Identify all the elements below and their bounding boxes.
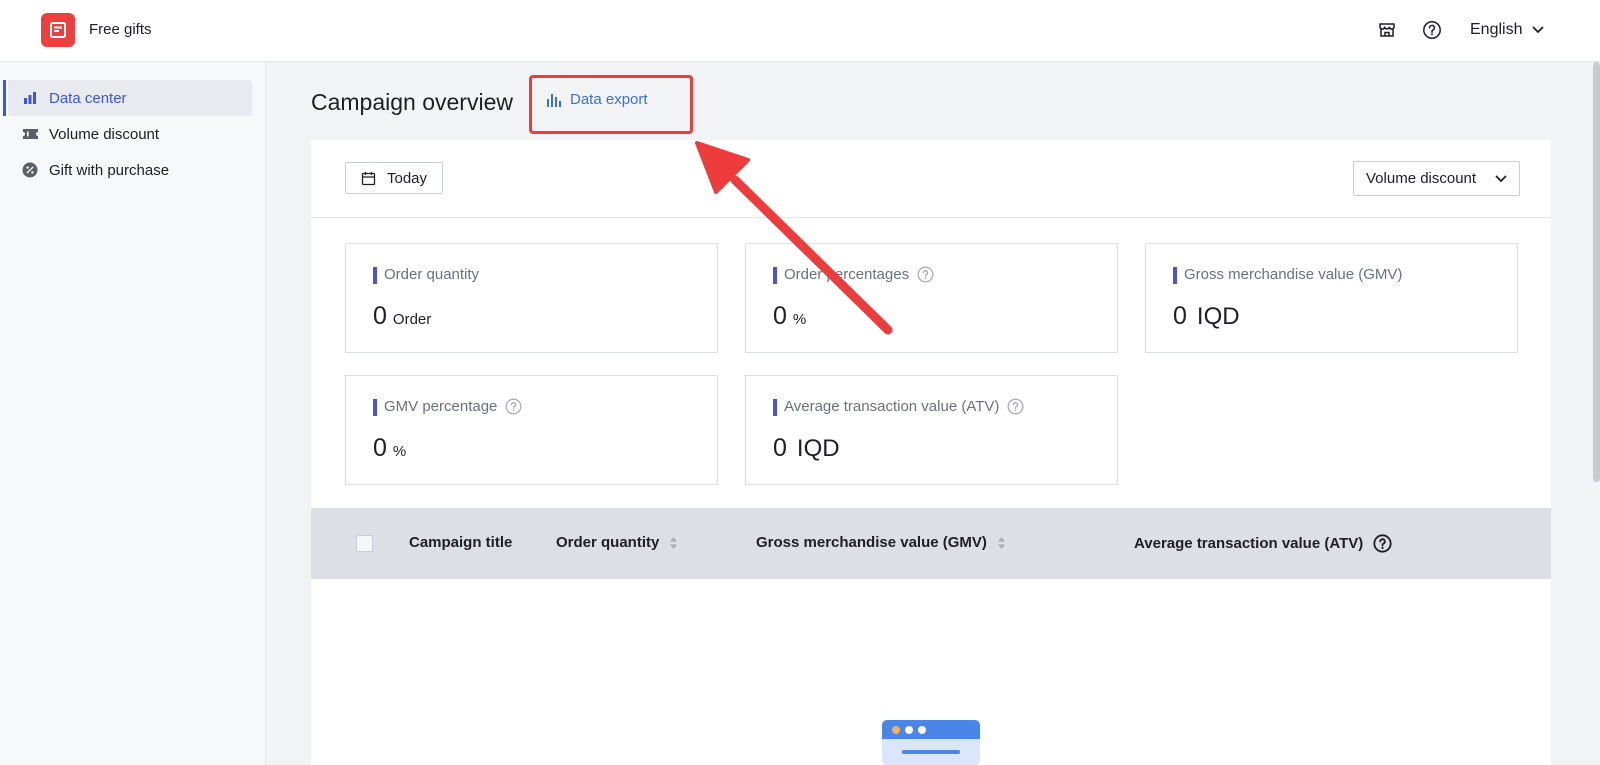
bar-chart-icon [547, 93, 561, 107]
campaign-type-select[interactable]: Volume discount [1353, 161, 1520, 196]
data-export-label: Data export [570, 91, 648, 108]
chevron-down-icon [1533, 26, 1544, 34]
metric-number: 0 [373, 302, 387, 330]
metric-unit: IQD [796, 435, 840, 462]
language-label: English [1470, 21, 1523, 38]
sidebar-item-label: Data center [49, 89, 127, 107]
sidebar: Data center Volume discount Gift with pu… [0, 62, 266, 765]
metric-card-gmv: Gross merchandise value (GMV) 0 IQD [1145, 243, 1518, 353]
column-order-quantity[interactable]: Order quantity [556, 534, 678, 551]
page-scrollbar[interactable] [1593, 62, 1600, 482]
help-icon[interactable] [1007, 398, 1024, 415]
select-all-checkbox[interactable] [356, 535, 373, 552]
metric-number: 0 [773, 302, 787, 330]
calendar-icon [361, 171, 376, 185]
date-range-label: Today [386, 169, 428, 187]
filter-toolbar: Today Volume discount [311, 140, 1551, 218]
campaign-overview-card: Today Volume discount Order quantity 0 O… [311, 140, 1551, 765]
column-campaign-title: Campaign title [409, 534, 512, 551]
metric-label: Average transaction value (ATV) [773, 398, 1024, 416]
bar-chart-icon [21, 89, 39, 107]
sidebar-item-label: Volume discount [49, 125, 160, 143]
metric-unit: % [792, 311, 807, 328]
metric-label-text: Order percentages [784, 266, 910, 283]
column-label: Gross merchandise value (GMV) [756, 534, 987, 551]
metric-label: GMV percentage [373, 398, 522, 416]
ticket-icon [21, 125, 39, 143]
top-bar: Free gifts English [0, 0, 1600, 62]
column-label: Campaign title [409, 534, 513, 551]
page-title: Campaign overview [311, 89, 513, 115]
metric-label-text: Average transaction value (ATV) [784, 398, 1000, 415]
metric-number: 0 [373, 434, 387, 462]
column-label: Average transaction value (ATV) [1134, 535, 1364, 552]
empty-state-illustration [882, 720, 980, 765]
metric-unit: Order [392, 311, 432, 328]
metric-value: 0 Order [373, 302, 431, 331]
sort-icon[interactable] [669, 536, 678, 550]
metric-label: Order quantity [373, 266, 480, 284]
sidebar-item-gift-with-purchase[interactable]: Gift with purchase [8, 152, 252, 188]
help-icon[interactable] [1373, 534, 1392, 553]
campaign-table-header: Campaign title Order quantity Gross merc… [311, 508, 1551, 579]
sort-icon[interactable] [997, 536, 1006, 550]
app-logo-icon [50, 22, 66, 38]
metric-label: Gross merchandise value (GMV) [1173, 266, 1403, 284]
metric-label-text: Gross merchandise value (GMV) [1184, 266, 1403, 283]
metric-label: Order percentages [773, 266, 934, 284]
metric-unit: % [392, 443, 407, 460]
sidebar-item-data-center[interactable]: Data center [3, 80, 252, 116]
metric-number: 0 [773, 434, 787, 462]
app-logo[interactable] [41, 13, 75, 47]
percent-badge-icon [21, 161, 39, 179]
metric-label-text: GMV percentage [384, 398, 498, 415]
store-icon[interactable] [1376, 19, 1398, 41]
metric-value: 0 % [373, 434, 406, 463]
sidebar-item-volume-discount[interactable]: Volume discount [8, 116, 252, 152]
metric-label-text: Order quantity [384, 266, 480, 283]
sidebar-item-label: Gift with purchase [49, 161, 170, 179]
metric-card-order-percentages: Order percentages 0 % [745, 243, 1118, 353]
app-name: Free gifts [89, 21, 152, 38]
metric-card-order-quantity: Order quantity 0 Order [345, 243, 718, 353]
language-select[interactable]: English [1470, 19, 1544, 41]
metric-card-gmv-percentage: GMV percentage 0 % [345, 375, 718, 485]
help-icon[interactable] [917, 266, 934, 283]
data-export-link[interactable]: Data export [546, 91, 648, 108]
metric-value: 0 % [773, 302, 806, 331]
metric-number: 0 [1173, 302, 1187, 330]
help-icon[interactable] [1421, 19, 1443, 41]
chevron-down-icon [1495, 175, 1507, 182]
column-atv: Average transaction value (ATV) [1134, 534, 1392, 553]
metric-card-atv: Average transaction value (ATV) 0 IQD [745, 375, 1118, 485]
metric-unit: IQD [1196, 303, 1240, 330]
metric-value: 0 IQD [773, 434, 840, 463]
campaign-type-value: Volume discount [1366, 170, 1477, 187]
column-gmv[interactable]: Gross merchandise value (GMV) [756, 534, 1006, 551]
column-label: Order quantity [556, 534, 660, 551]
date-range-button[interactable]: Today [345, 162, 443, 194]
help-icon[interactable] [505, 398, 522, 415]
metric-value: 0 IQD [1173, 302, 1240, 331]
